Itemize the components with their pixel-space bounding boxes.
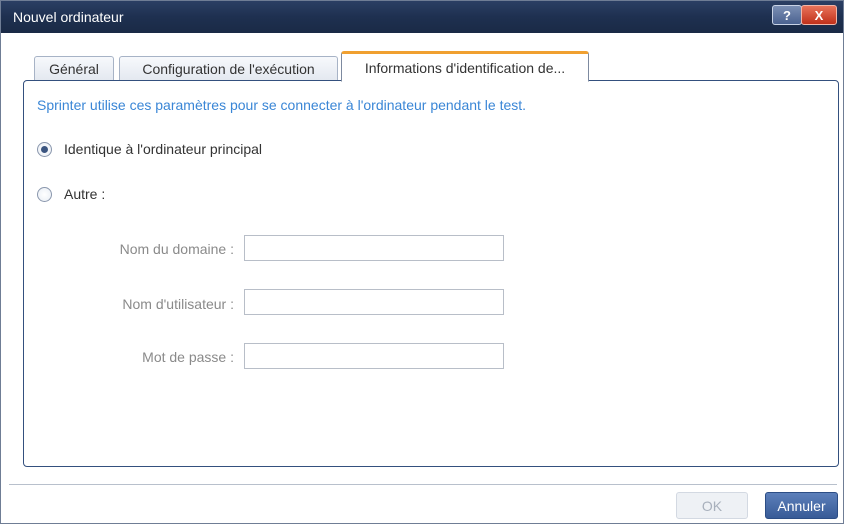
tab-execution-config[interactable]: Configuration de l'exécution bbox=[119, 56, 338, 82]
option-label: Identique à l'ordinateur principal bbox=[64, 141, 263, 157]
tab-label: Général bbox=[49, 61, 99, 77]
close-icon: X bbox=[814, 7, 824, 23]
username-label: Nom d'utilisateur : bbox=[122, 296, 234, 312]
option-other[interactable]: Autre : bbox=[37, 186, 105, 202]
title-bar: Nouvel ordinateur ? X bbox=[1, 1, 843, 33]
password-label: Mot de passe : bbox=[142, 349, 234, 365]
credentials-panel: Sprinter utilise ces paramètres pour se … bbox=[23, 80, 839, 467]
tab-general[interactable]: Général bbox=[34, 56, 114, 82]
close-button[interactable]: X bbox=[801, 5, 837, 25]
help-button[interactable]: ? bbox=[772, 5, 802, 25]
tab-credentials[interactable]: Informations d'identification de... bbox=[341, 51, 589, 82]
radio-selected-icon[interactable] bbox=[37, 141, 52, 157]
radio-unselected-icon[interactable] bbox=[37, 186, 52, 202]
option-same-as-main[interactable]: Identique à l'ordinateur principal bbox=[37, 141, 262, 157]
ok-button[interactable]: OK bbox=[676, 492, 748, 519]
intro-text: Sprinter utilise ces paramètres pour se … bbox=[37, 97, 527, 113]
username-input[interactable] bbox=[244, 289, 504, 315]
option-label: Autre : bbox=[64, 186, 106, 202]
domain-label: Nom du domaine : bbox=[119, 241, 234, 257]
help-icon: ? bbox=[783, 7, 791, 23]
dialog-window: Nouvel ordinateur ? X Général Configurat… bbox=[0, 0, 844, 524]
tab-label: Informations d'identification de... bbox=[364, 60, 566, 76]
cancel-label: Annuler bbox=[777, 497, 826, 514]
window-title: Nouvel ordinateur bbox=[13, 9, 124, 25]
ok-label: OK bbox=[701, 497, 723, 514]
cancel-button[interactable]: Annuler bbox=[765, 492, 838, 519]
tab-label: Configuration de l'exécution bbox=[142, 61, 315, 77]
domain-input[interactable] bbox=[244, 235, 504, 261]
password-input[interactable] bbox=[244, 343, 504, 369]
